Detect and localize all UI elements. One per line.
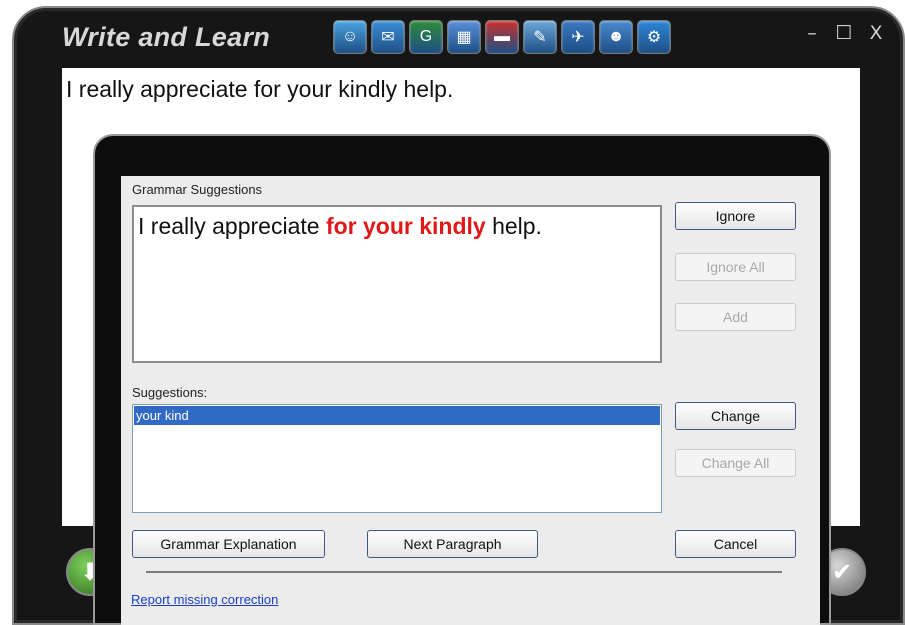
cancel-button[interactable]: Cancel [675,530,796,558]
report-missing-correction-link[interactable]: Report missing correction [131,592,278,607]
chat-icon[interactable]: ☺ [333,20,367,54]
sentence-before: I really appreciate [138,213,326,239]
user-icon[interactable]: ☻ [599,20,633,54]
minimize-button[interactable]: – [803,22,821,44]
toolbar: ☺ ✉ G ▦ ▬ ✎ ✈ ☻ ⚙ [333,20,671,58]
list-item[interactable]: your kind [134,406,660,425]
sentence-error: for your kindly [325,213,486,239]
add-button[interactable]: Add [675,303,796,331]
window-controls: – ☐ X [803,22,885,44]
app-title: Write and Learn [62,22,271,52]
grammar-suggestions-label: Grammar Suggestions [132,182,263,197]
sentence-after: help. [485,213,542,239]
maximize-button[interactable]: ☐ [835,22,853,44]
grammar-sentence-box: I really appreciate for your kindly help… [132,205,662,363]
ignore-all-button[interactable]: Ignore All [675,253,796,281]
translate-icon[interactable]: ✈ [561,20,595,54]
close-button[interactable]: X [867,22,885,44]
change-button[interactable]: Change [675,402,796,430]
grammar-explanation-button[interactable]: Grammar Explanation [132,530,325,558]
next-paragraph-button[interactable]: Next Paragraph [367,530,538,558]
spelling-icon[interactable]: ✎ [523,20,557,54]
separator [146,571,782,573]
editor-text: I really appreciate for your kindly help… [66,76,454,102]
grammar-icon[interactable]: G [409,20,443,54]
suggestions-label: Suggestions: [132,385,208,400]
suggestions-list[interactable]: your kind [132,404,662,513]
book-open-icon[interactable]: ✉ [371,20,405,54]
settings-icon[interactable]: ⚙ [637,20,671,54]
ignore-button[interactable]: Ignore [675,202,796,230]
change-all-button[interactable]: Change All [675,449,796,477]
grammar-sentence: I really appreciate for your kindly help… [138,213,542,240]
dictionary-icon[interactable]: ▦ [447,20,481,54]
red-book-icon[interactable]: ▬ [485,20,519,54]
